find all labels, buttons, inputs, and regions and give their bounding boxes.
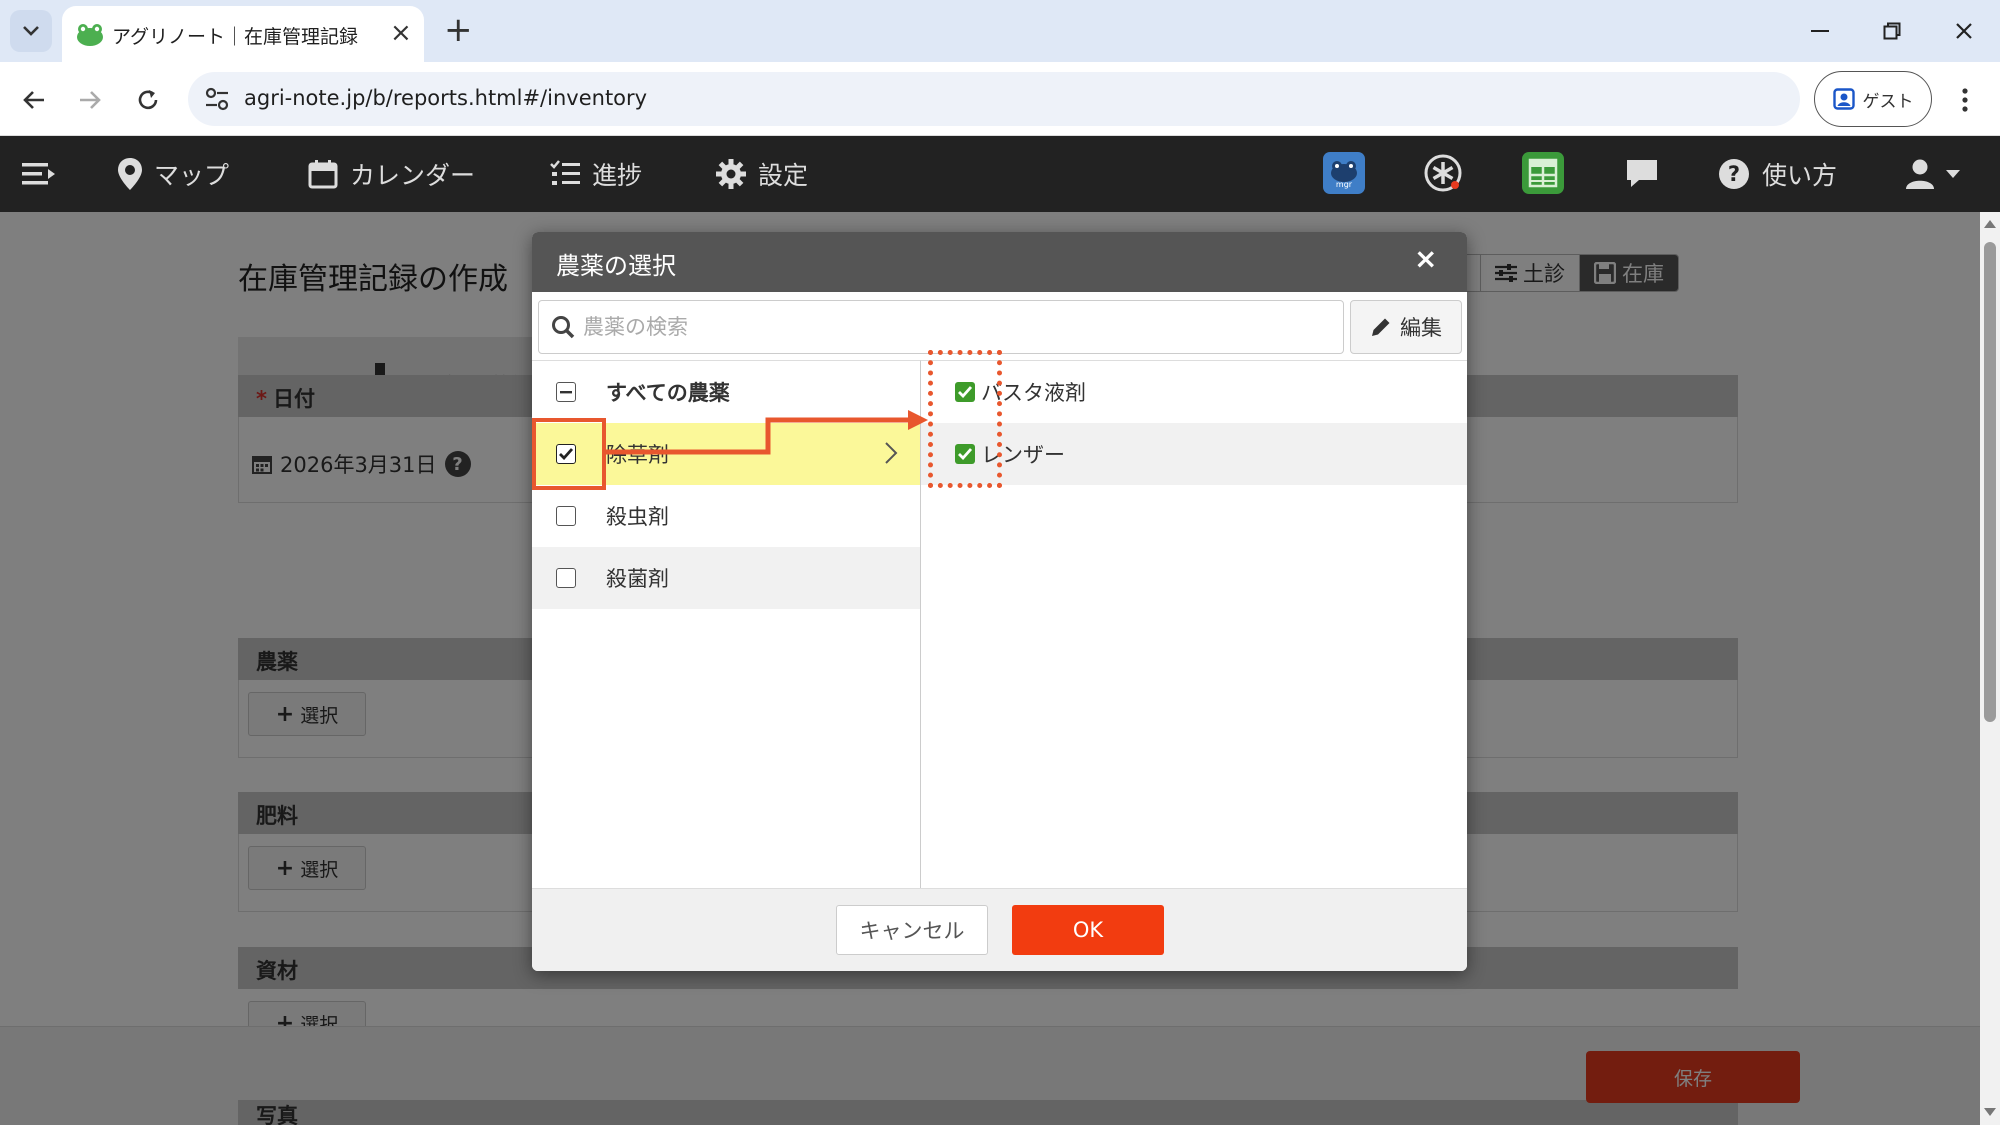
annotation-dotted-box (928, 350, 1002, 488)
mgr-app-icon[interactable]: mgr (1323, 152, 1365, 194)
spreadsheet-app-icon[interactable] (1522, 152, 1564, 194)
scroll-up-arrow-icon[interactable] (1984, 220, 1996, 228)
category-label: 除草剤 (606, 443, 669, 467)
nav-help[interactable]: ? 使い方 (1718, 136, 1837, 212)
browser-menu-icon[interactable] (1950, 82, 1980, 118)
minimize-icon[interactable] (1800, 14, 1840, 48)
user-icon (1906, 159, 1934, 189)
profile-guest-button[interactable]: ゲスト (1814, 71, 1932, 127)
category-label: 殺菌剤 (606, 567, 669, 591)
nav-help-label: 使い方 (1762, 161, 1838, 190)
pesticide-search-box (538, 300, 1344, 354)
pesticide-item-list: バスタ液剤 レンザー (921, 360, 1467, 888)
annotation-highlight-box (532, 418, 606, 490)
chevron-right-icon (885, 442, 898, 464)
modal-close-icon[interactable]: × (1414, 244, 1437, 274)
category-label: すべての農薬 (606, 381, 730, 405)
new-tab-plus-icon[interactable]: + (444, 12, 473, 48)
site-settings-icon[interactable] (204, 87, 230, 111)
modal-header: 農薬の選択 × (532, 232, 1467, 292)
url-field[interactable]: agri-note.jp/b/reports.html#/inventory (188, 72, 1800, 126)
category-row-insecticide[interactable]: 殺虫剤 (532, 485, 920, 547)
user-menu[interactable] (1906, 136, 1960, 212)
address-bar: agri-note.jp/b/reports.html#/inventory ゲ… (0, 62, 2000, 136)
forward-arrow-icon[interactable] (72, 82, 108, 118)
tab-title: アグリノート｜在庫管理記録 (112, 26, 359, 48)
item-row-basta[interactable]: バスタ液剤 (921, 361, 1467, 423)
task-list-icon (550, 160, 580, 185)
mgr-badge-text: mgr (1336, 180, 1353, 189)
category-label: 殺虫剤 (606, 505, 669, 529)
nav-map[interactable]: マップ (118, 136, 229, 212)
nav-calendar[interactable]: カレンダー (308, 136, 475, 212)
tab-search-button[interactable] (10, 10, 52, 52)
category-fungicide-checkbox[interactable] (556, 568, 576, 588)
url-text: agri-note.jp/b/reports.html#/inventory (244, 86, 648, 110)
category-all-checkbox[interactable] (556, 382, 576, 402)
pesticide-select-modal: 農薬の選択 × 編集 すべての農薬 除草剤 殺虫剤 殺菌剤 (532, 232, 1467, 971)
map-pin-icon (118, 158, 142, 190)
nav-progress[interactable]: 進捗 (550, 136, 642, 212)
scroll-down-arrow-icon[interactable] (1984, 1108, 1996, 1116)
reload-icon[interactable] (130, 82, 166, 118)
nav-settings-label: 設定 (758, 161, 809, 190)
chat-icon[interactable] (1621, 152, 1663, 194)
pencil-icon (1372, 318, 1390, 336)
scroll-thumb[interactable] (1984, 242, 1996, 722)
frog-favicon-icon (77, 24, 103, 46)
question-circle-icon: ? (1719, 159, 1749, 189)
caret-down-icon (1946, 170, 1960, 178)
nav-map-label: マップ (154, 161, 230, 190)
window-close-icon[interactable] (1944, 14, 1984, 48)
modal-title: 農薬の選択 (556, 252, 676, 280)
profile-icon (1832, 88, 1855, 110)
svg-text:?: ? (1728, 162, 1740, 186)
category-insecticide-checkbox[interactable] (556, 506, 576, 526)
browser-tabstrip: アグリノート｜在庫管理記録 × + (0, 0, 2000, 62)
browser-tab-active[interactable]: アグリノート｜在庫管理記録 × (62, 6, 424, 62)
page-scrollbar[interactable] (1980, 212, 2000, 1125)
gear-icon (716, 159, 746, 189)
calendar-icon (308, 160, 338, 189)
guest-label: ゲスト (1862, 91, 1914, 112)
app-navbar: マップ カレンダー 進捗 設定 mgr ? 使い方 (0, 136, 2000, 212)
nav-progress-label: 進捗 (592, 161, 643, 190)
pesticide-search-input[interactable] (583, 301, 1333, 353)
nav-calendar-label: カレンダー (350, 161, 476, 190)
category-row-all[interactable]: すべての農薬 (532, 361, 920, 423)
cancel-button[interactable]: キャンセル (836, 905, 988, 955)
modal-footer: キャンセル OK (532, 888, 1467, 971)
search-icon (552, 316, 575, 339)
sidebar-toggle-icon[interactable] (22, 136, 56, 212)
ok-button[interactable]: OK (1012, 905, 1164, 955)
nav-settings[interactable]: 設定 (716, 136, 808, 212)
asterisk-app-icon[interactable] (1422, 152, 1464, 194)
category-row-fungicide[interactable]: 殺菌剤 (532, 547, 920, 609)
restore-icon[interactable] (1872, 14, 1912, 48)
item-row-lenzer[interactable]: レンザー (921, 423, 1467, 485)
tab-close-icon[interactable]: × (390, 20, 412, 46)
edit-button[interactable]: 編集 (1350, 300, 1462, 354)
back-arrow-icon[interactable] (16, 82, 52, 118)
chevron-down-icon (23, 26, 39, 36)
